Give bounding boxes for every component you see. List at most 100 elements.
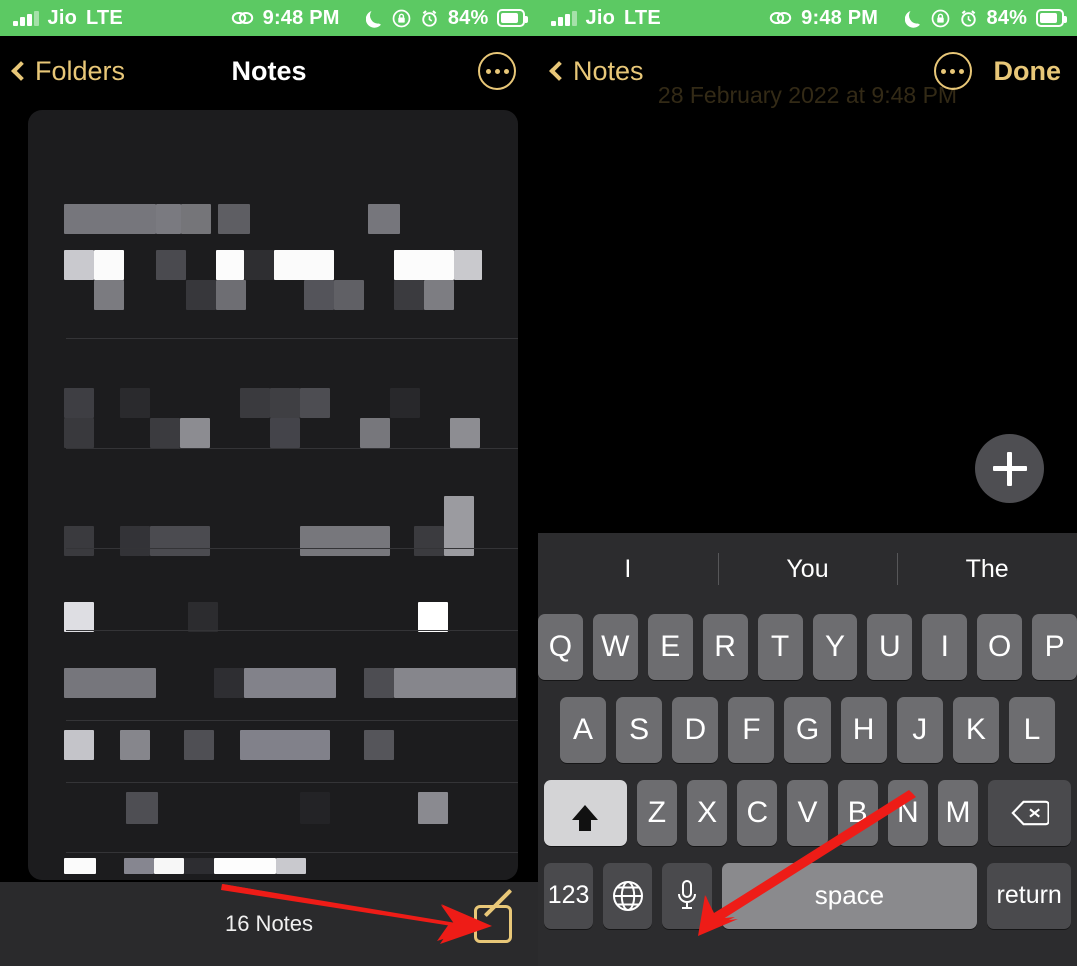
- redacted-text-block: [150, 418, 180, 448]
- key-z[interactable]: Z: [636, 779, 678, 846]
- redacted-text-block: [64, 858, 96, 874]
- suggestion-2[interactable]: The: [897, 555, 1077, 584]
- keyboard-row-1: QWERTYUIOP: [538, 605, 1077, 688]
- status-bar-left: Jio LTE 9:48 PM 84%: [0, 0, 538, 36]
- shift-up-arrow-icon: [572, 805, 599, 831]
- redacted-text-block: [454, 250, 482, 280]
- notes-list[interactable]: [28, 110, 518, 880]
- redacted-text-block: [126, 792, 158, 824]
- key-r[interactable]: R: [702, 613, 748, 680]
- key-o[interactable]: O: [977, 613, 1023, 680]
- redacted-text-block: [304, 280, 334, 310]
- back-to-notes-button[interactable]: Notes: [548, 56, 644, 87]
- done-button[interactable]: Done: [994, 56, 1062, 87]
- list-separator: [66, 338, 518, 339]
- list-item[interactable]: [28, 602, 518, 672]
- network-type-label: LTE: [86, 6, 123, 29]
- key-j[interactable]: J: [896, 696, 943, 763]
- dictation-key[interactable]: [662, 862, 712, 929]
- key-h[interactable]: H: [840, 696, 887, 763]
- redacted-text-block: [270, 418, 300, 448]
- globe-icon[interactable]: [603, 862, 653, 929]
- more-options-icon[interactable]: [478, 52, 516, 90]
- redacted-text-block: [244, 250, 274, 280]
- key-g[interactable]: G: [784, 696, 831, 763]
- key-e[interactable]: E: [647, 613, 693, 680]
- space-key[interactable]: space: [721, 862, 978, 929]
- signal-bars-icon: [551, 10, 577, 26]
- redacted-text-block: [64, 730, 94, 760]
- more-options-icon[interactable]: [933, 52, 972, 90]
- redacted-text-block: [444, 496, 474, 556]
- redacted-text-block: [64, 602, 94, 632]
- key-k[interactable]: K: [952, 696, 999, 763]
- key-d[interactable]: D: [672, 696, 719, 763]
- redacted-text-block: [216, 280, 246, 310]
- key-i[interactable]: I: [922, 613, 968, 680]
- key-y[interactable]: Y: [812, 613, 858, 680]
- link-icon: [769, 9, 793, 27]
- redacted-text-block: [300, 792, 330, 824]
- redacted-text-block: [394, 668, 516, 698]
- key-a[interactable]: A: [560, 696, 607, 763]
- key-q[interactable]: Q: [538, 613, 583, 680]
- back-button-label: Folders: [35, 55, 126, 86]
- key-l[interactable]: L: [1008, 696, 1055, 763]
- redacted-text-block: [214, 668, 244, 698]
- redacted-text-block: [424, 280, 454, 310]
- key-c[interactable]: C: [737, 779, 778, 846]
- on-screen-keyboard: I You The QWERTYUIOP ASDFGHJKL ZXCVBNM 123: [538, 533, 1077, 966]
- redacted-text-block: [64, 526, 94, 556]
- list-item[interactable]: [28, 730, 518, 800]
- back-to-folders-button[interactable]: Folders: [10, 56, 125, 87]
- list-item[interactable]: [28, 250, 518, 320]
- redacted-text-block: [390, 388, 420, 418]
- key-u[interactable]: U: [867, 613, 913, 680]
- redacted-text-block: [300, 526, 390, 556]
- key-p[interactable]: P: [1032, 613, 1077, 680]
- list-item[interactable]: [28, 858, 518, 880]
- keyboard-row-3: ZXCVBNM: [538, 771, 1077, 854]
- key-w[interactable]: W: [592, 613, 638, 680]
- shift-key[interactable]: [544, 779, 627, 846]
- key-f[interactable]: F: [728, 696, 775, 763]
- key-s[interactable]: S: [616, 696, 663, 763]
- redacted-text-block: [394, 280, 424, 310]
- key-b[interactable]: B: [837, 779, 878, 846]
- left-pane-notes-list: Jio LTE 9:48 PM 84% Folders Notes 16 Not…: [0, 0, 538, 966]
- keyboard-row-2: ASDFGHJKL: [538, 688, 1077, 771]
- redacted-text-block: [154, 858, 184, 874]
- key-v[interactable]: V: [787, 779, 828, 846]
- redacted-text-block: [184, 858, 214, 874]
- backspace-icon: [1010, 800, 1050, 826]
- key-x[interactable]: X: [687, 779, 728, 846]
- redacted-text-block: [244, 668, 336, 698]
- return-key[interactable]: return: [987, 862, 1071, 929]
- suggestion-0[interactable]: I: [538, 555, 718, 584]
- compose-note-icon[interactable]: [474, 888, 513, 943]
- key-m[interactable]: M: [937, 779, 979, 846]
- list-item[interactable]: [28, 110, 518, 180]
- battery-percent-label: 84%: [447, 6, 489, 29]
- redacted-text-block: [216, 250, 244, 280]
- list-item[interactable]: [28, 496, 518, 596]
- notes-count-label: 16 Notes: [224, 911, 314, 936]
- list-item[interactable]: [28, 668, 518, 738]
- redacted-text-block: [94, 280, 124, 310]
- suggestion-1[interactable]: You: [718, 555, 898, 584]
- alarm-icon: [420, 9, 439, 28]
- key-n[interactable]: N: [887, 779, 928, 846]
- add-icon[interactable]: [975, 434, 1044, 503]
- key-t[interactable]: T: [757, 613, 803, 680]
- moon-icon: [365, 9, 383, 28]
- redacted-text-block: [360, 418, 390, 448]
- chevron-left-icon: [11, 61, 31, 81]
- redacted-text-block: [450, 418, 480, 448]
- link-icon: [231, 9, 255, 27]
- redacted-text-block: [124, 858, 154, 874]
- list-separator: [66, 448, 518, 449]
- numeric-key[interactable]: 123: [544, 862, 594, 929]
- keyboard-row-3-letters: ZXCVBNM: [636, 779, 979, 846]
- delete-key[interactable]: [988, 779, 1071, 846]
- status-bar-center-group-2: 9:48 PM: [743, 7, 905, 30]
